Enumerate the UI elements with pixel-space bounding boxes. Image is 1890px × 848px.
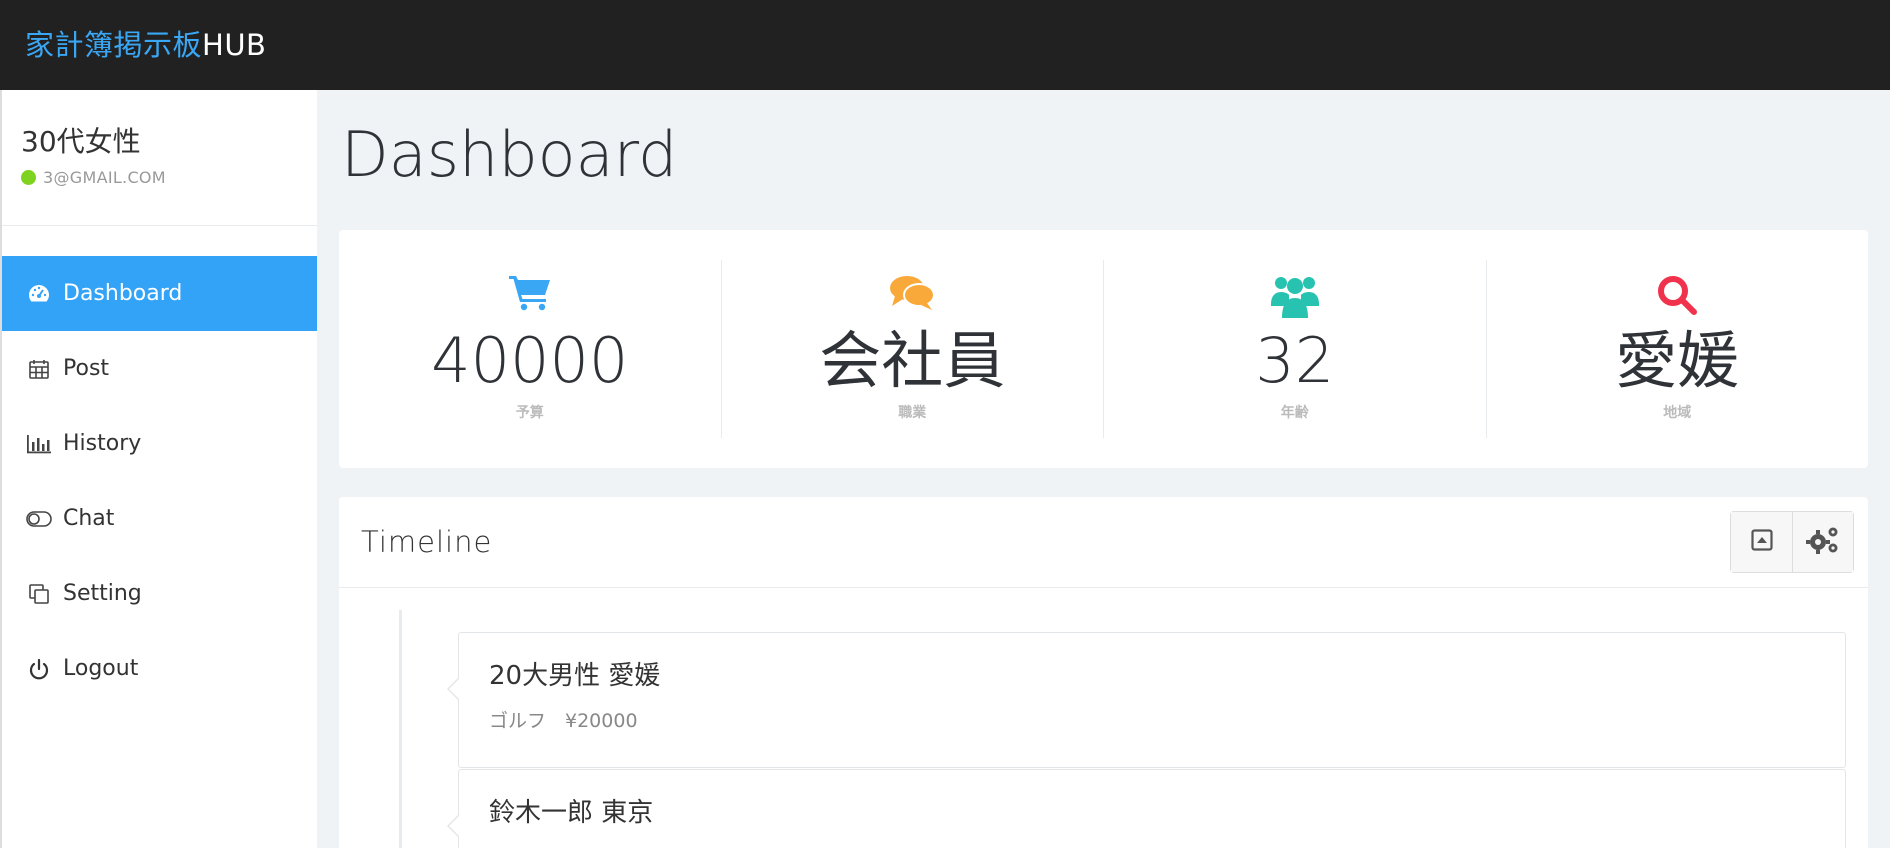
sidebar: 30代女性 3@GMAIL.COM Dashboard Post History — [0, 90, 317, 848]
sidebar-item-post[interactable]: Post — [2, 331, 317, 406]
calendar-icon — [26, 356, 52, 382]
stat-value: 会社員 — [819, 324, 1006, 397]
sidebar-item-label: Setting — [63, 581, 142, 606]
toggle-icon — [26, 506, 52, 532]
brand-name-en: HUB — [202, 28, 267, 62]
timeline-item-title: 20大男性 愛媛 — [489, 661, 661, 691]
stat-label: 地域 — [1663, 405, 1692, 421]
main-content: Dashboard 40000 予算 会社員 職業 32 年齢 愛媛 地域 Ti… — [317, 90, 1890, 848]
collapse-icon — [1750, 529, 1773, 555]
profile-name: 30代女性 — [21, 125, 141, 158]
timeline-panel: Timeline 20大男性 愛媛 ゴルフ ¥20000 鈴木一郎 東京 — [339, 497, 1868, 848]
settings-button[interactable] — [1792, 512, 1853, 572]
timeline-title: Timeline — [361, 525, 493, 559]
stat-label: 予算 — [515, 405, 544, 421]
power-icon — [26, 656, 52, 682]
panel-tools — [1730, 511, 1854, 573]
top-navbar: 家計簿掲示板HUB — [0, 0, 1890, 90]
search-icon — [1656, 274, 1698, 324]
sidebar-item-label: History — [63, 431, 142, 456]
stat-budget: 40000 予算 — [339, 260, 722, 438]
sidebar-item-logout[interactable]: Logout — [2, 631, 317, 706]
bar-chart-icon — [26, 431, 52, 457]
cart-icon — [508, 274, 551, 324]
timeline-header: Timeline — [339, 497, 1868, 588]
online-status-icon — [21, 170, 36, 185]
brand-name-jp: 家計簿掲示板 — [25, 28, 203, 62]
page-title: Dashboard — [341, 118, 678, 191]
sidebar-item-dashboard[interactable]: Dashboard — [2, 256, 317, 331]
stat-value: 愛媛 — [1615, 324, 1740, 397]
brand-logo[interactable]: 家計簿掲示板HUB — [25, 22, 266, 64]
sidebar-item-label: Chat — [63, 506, 115, 531]
gears-icon — [1806, 525, 1840, 559]
timeline-item[interactable]: 20大男性 愛媛 ゴルフ ¥20000 — [447, 632, 1846, 768]
timeline-line — [399, 610, 402, 848]
stat-label: 年齢 — [1280, 405, 1309, 421]
sidebar-item-label: Logout — [63, 656, 139, 681]
sidebar-item-history[interactable]: History — [2, 406, 317, 481]
sidebar-item-label: Post — [63, 356, 110, 381]
collapse-button[interactable] — [1731, 512, 1792, 572]
sidebar-item-setting[interactable]: Setting — [2, 556, 317, 631]
stat-label: 職業 — [898, 405, 927, 421]
sidebar-item-label: Dashboard — [63, 281, 183, 306]
profile-email: 3@GMAIL.COM — [43, 168, 166, 187]
stat-value: 32 — [1255, 324, 1335, 397]
stat-occupation: 会社員 職業 — [722, 260, 1104, 438]
timeline-item[interactable]: 鈴木一郎 東京 — [447, 769, 1846, 848]
stats-panel: 40000 予算 会社員 職業 32 年齢 愛媛 地域 — [339, 230, 1868, 468]
stat-age: 32 年齢 — [1104, 260, 1487, 438]
profile-email-row: 3@GMAIL.COM — [21, 168, 317, 187]
sidebar-nav: Dashboard Post History Chat Setting Logo… — [2, 256, 317, 706]
users-icon — [1270, 274, 1319, 324]
timeline-item-title: 鈴木一郎 東京 — [489, 798, 654, 828]
stat-region: 愛媛 地域 — [1487, 260, 1869, 438]
copy-icon — [26, 581, 52, 607]
sidebar-item-chat[interactable]: Chat — [2, 481, 317, 556]
user-profile: 30代女性 3@GMAIL.COM — [2, 90, 317, 226]
dashboard-icon — [26, 281, 52, 307]
stat-value: 40000 — [431, 324, 629, 397]
timeline-item-subtitle: ゴルフ ¥20000 — [489, 710, 638, 732]
comments-icon — [889, 274, 936, 324]
